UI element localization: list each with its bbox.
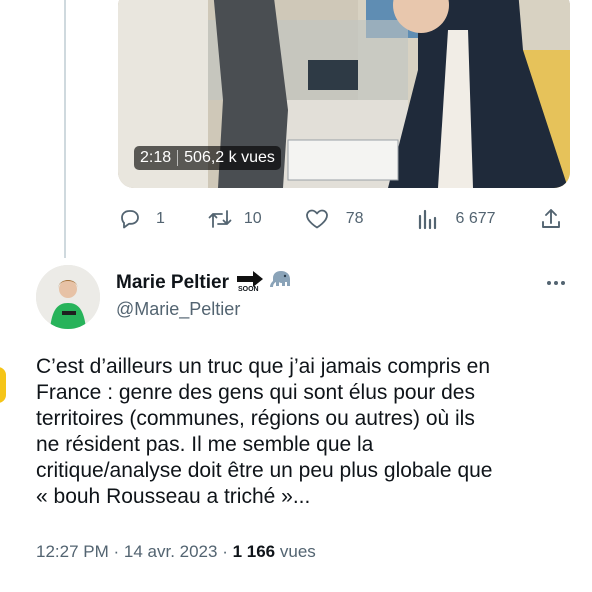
heart-icon — [304, 207, 330, 231]
elephant-icon — [267, 268, 293, 297]
views-count: 6 677 — [455, 210, 496, 227]
retweet-button[interactable]: 10 — [207, 207, 262, 231]
like-count: 78 — [345, 210, 364, 227]
retweet-count: 10 — [243, 210, 262, 227]
tweet-views-count: 1 166 — [232, 542, 276, 561]
reply-icon — [118, 207, 142, 231]
tweet-views-label: vues — [279, 542, 316, 561]
tweet-time[interactable]: 12:27 PM — [36, 542, 109, 561]
divider — [177, 150, 179, 166]
tweet-date[interactable]: 14 avr. 2023 — [124, 542, 218, 561]
share-button[interactable] — [539, 207, 563, 231]
reply-button[interactable]: 1 — [118, 207, 165, 231]
bar-chart-icon — [416, 207, 440, 231]
more-icon — [545, 281, 567, 298]
author-handle[interactable]: @Marie_Peltier — [116, 299, 240, 320]
views-button[interactable]: 6 677 — [416, 207, 496, 231]
video-duration: 2:18 — [140, 149, 172, 166]
tweet-meta: 12:27 PM · 14 avr. 2023 · 1 166 vues — [36, 542, 316, 561]
like-button[interactable]: 78 — [304, 207, 364, 231]
author-name-row: Marie Peltier SOON — [116, 268, 293, 297]
author-name[interactable]: Marie Peltier — [116, 272, 229, 294]
share-icon — [539, 207, 563, 231]
more-button[interactable] — [545, 272, 567, 299]
reply-count: 1 — [156, 210, 165, 227]
avatar-image — [36, 265, 100, 329]
tweet-actions-bar: 1 10 78 6 677 — [114, 202, 574, 236]
soon-label: SOON — [238, 285, 259, 293]
arrow-right-icon: SOON — [235, 270, 265, 296]
video-views: 506,2 k vues — [184, 149, 275, 166]
edge-indicator — [0, 367, 6, 403]
video-stats-overlay: 2:18 506,2 k vues — [134, 146, 281, 170]
retweet-icon — [207, 207, 233, 231]
avatar[interactable] — [36, 265, 100, 329]
thread-connector-line — [64, 0, 66, 258]
tweet-text: C’est d’ailleurs un truc que j’ai jamais… — [36, 355, 493, 508]
